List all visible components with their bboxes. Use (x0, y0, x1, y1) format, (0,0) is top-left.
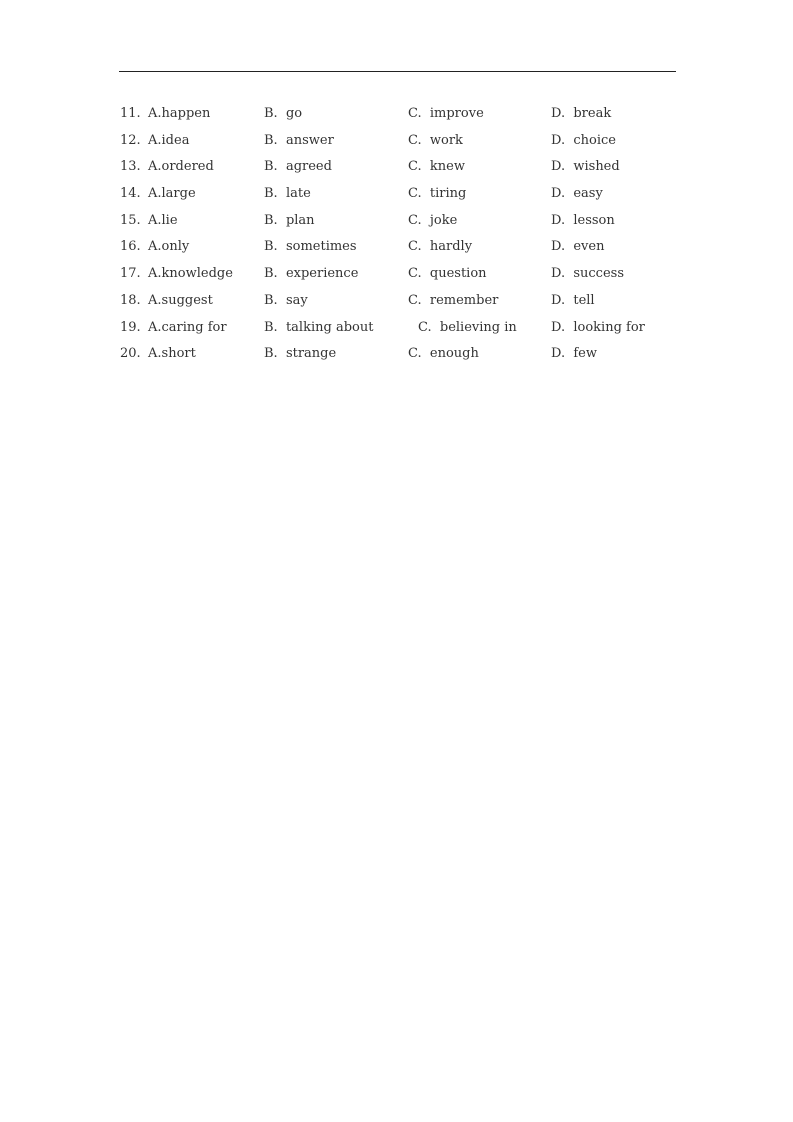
option-c: C. joke (408, 212, 458, 228)
question-list: 11. A.happen B. go C. improve D. break 1… (120, 105, 680, 372)
option-d: D. break (551, 106, 612, 121)
option-c: C. tiring (408, 186, 467, 202)
question-number: 19. (120, 319, 141, 335)
option-a: A.short (148, 346, 196, 362)
option-a: A.lie (148, 212, 178, 228)
option-a: A.idea (148, 132, 190, 148)
option-d: D. looking for (551, 319, 645, 335)
option-c: C. work (408, 132, 463, 148)
question-row-18: 18. A.suggest B. say C. remember D. tell (120, 292, 680, 319)
option-c: C. enough (408, 346, 479, 362)
option-a: A.happen (148, 106, 211, 121)
question-row-13: 13. A.ordered B. agreed C. knew D. wishe… (120, 158, 680, 185)
question-number: 11. (120, 106, 141, 121)
question-number: 16. (120, 239, 141, 255)
option-b: B. go (264, 106, 303, 121)
option-c: C. improve (408, 106, 484, 121)
question-row-20: 20. A.short B. strange C. enough D. few (120, 345, 680, 372)
question-number: 13. (120, 159, 141, 175)
question-number: 15. (120, 212, 141, 228)
question-row-12: 12. A.idea B. answer C. work D. choice (120, 132, 680, 159)
option-d: D. wished (551, 159, 620, 175)
option-d: D. easy (551, 186, 603, 202)
option-a: A.large (148, 186, 196, 202)
option-d: D. tell (551, 292, 595, 308)
option-a: A.knowledge (148, 266, 233, 282)
option-b: B. answer (264, 132, 334, 148)
question-number: 20. (120, 346, 141, 362)
question-number: 18. (120, 292, 141, 308)
question-row-14: 14. A.large B. late C. tiring D. easy (120, 185, 680, 212)
question-row-17: 17. A.knowledge B. experience C. questio… (120, 265, 680, 292)
option-d: D. lesson (551, 212, 615, 228)
option-c: C. hardly (408, 239, 473, 255)
option-c: C. remember (408, 292, 499, 308)
question-row-15: 15. A.lie B. plan C. joke D. lesson (120, 212, 680, 239)
option-a: A.suggest (148, 292, 213, 308)
option-b: B. say (264, 292, 308, 308)
option-c: C. believing in (418, 319, 517, 335)
option-d: D. few (551, 346, 597, 362)
option-b: B. sometimes (264, 239, 357, 255)
option-d: D. choice (551, 132, 616, 148)
question-number: 12. (120, 132, 141, 148)
option-d: D. even (551, 239, 605, 255)
option-b: B. strange (264, 346, 337, 362)
question-row-16: 16. A.only B. sometimes C. hardly D. eve… (120, 238, 680, 265)
question-row-19: 19. A.caring for B. talking about C. bel… (120, 319, 680, 346)
option-d: D. success (551, 266, 624, 282)
header-rule (119, 71, 676, 72)
option-b: B. plan (264, 212, 315, 228)
option-c: C. knew (408, 159, 465, 175)
question-number: 14. (120, 186, 141, 202)
option-a: A.only (148, 239, 190, 255)
option-b: B. late (264, 186, 311, 202)
option-b: B. experience (264, 266, 359, 282)
option-b: B. agreed (264, 159, 332, 175)
question-number: 17. (120, 266, 141, 282)
option-a: A.caring for (148, 319, 227, 335)
option-a: A.ordered (148, 159, 214, 175)
option-c: C. question (408, 266, 487, 282)
question-row-11: 11. A.happen B. go C. improve D. break (120, 105, 680, 132)
option-b: B. talking about (264, 319, 374, 335)
